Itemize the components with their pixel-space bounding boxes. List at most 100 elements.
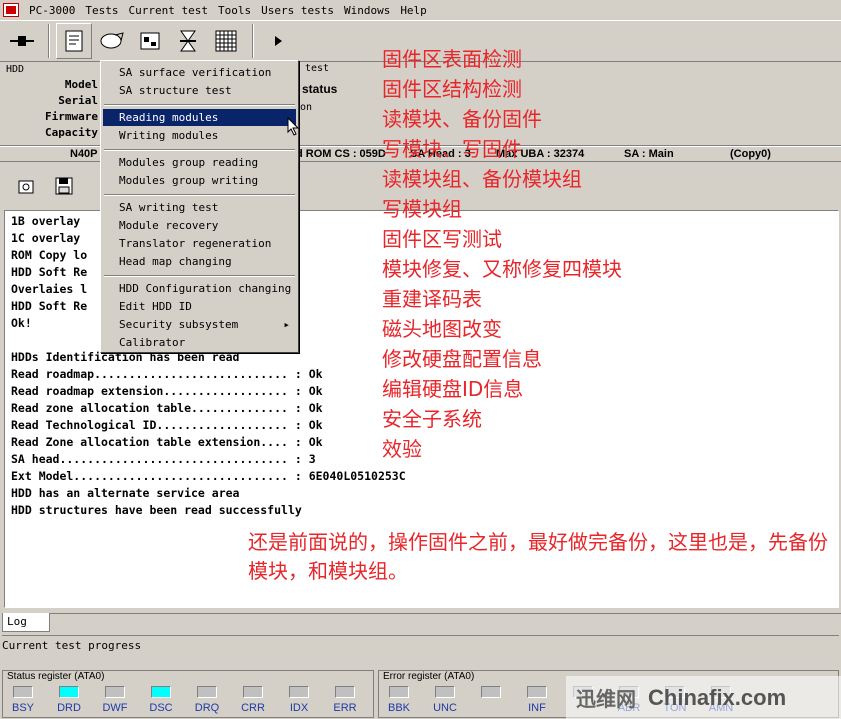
register-led — [481, 686, 501, 698]
menu-item-label: Modules group reading — [119, 156, 259, 169]
menu-item-modules-group-writing[interactable]: Modules group writing — [103, 172, 296, 189]
submenu-arrow-icon: ▸ — [283, 318, 290, 331]
menu-item-hdd-configuration-changing[interactable]: HDD Configuration changing — [103, 280, 296, 297]
capacity-field-label: Capacity — [45, 126, 98, 139]
menu-item-calibrator[interactable]: Calibrator — [103, 334, 296, 351]
menu-tools[interactable]: Tools — [213, 4, 256, 17]
menu-item-reading-modules[interactable]: Reading modules — [103, 109, 296, 126]
log-line: Read Zone allocation table extension....… — [11, 435, 323, 449]
menu-item-label: SA structure test — [119, 84, 232, 97]
menu-item-label: Modules group writing — [119, 174, 259, 187]
menu-item-sa-surface-verification[interactable]: SA surface verification — [103, 64, 296, 81]
play-icon[interactable] — [260, 23, 296, 59]
annotation-line: 固件区结构检测 — [382, 77, 522, 101]
menu-item-translator-regeneration[interactable]: Translator regeneration — [103, 235, 296, 252]
annotation-summary: 还是前面说的，操作固件之前，最好做完备份，这里也是，先备份模块，和模块组。 — [248, 530, 828, 583]
on-label: on — [300, 102, 313, 113]
menu-separator — [104, 275, 295, 277]
register-bit-label: CRR — [241, 702, 265, 714]
annotation-line: 固件区写测试 — [382, 227, 502, 251]
menu-item-sa-writing-test[interactable]: SA writing test — [103, 199, 296, 216]
log-line: Ext Model...............................… — [11, 469, 406, 483]
save-disk-icon[interactable] — [46, 168, 82, 204]
menu-current-test[interactable]: Current test — [123, 4, 212, 17]
register-led — [105, 686, 125, 698]
log-line: HDD has an alternate service area — [11, 486, 240, 500]
register-led — [289, 686, 309, 698]
menu-item-edit-hdd-id[interactable]: Edit HDD ID — [103, 298, 296, 315]
menu-item-module-recovery[interactable]: Module recovery — [103, 217, 296, 234]
annotation-line: 修改硬盘配置信息 — [382, 347, 542, 371]
menu-item-label: HDD Configuration changing — [119, 282, 292, 295]
rom-checksum: d ROM CS : 059D — [296, 148, 386, 160]
model-id: N40P — [70, 148, 98, 160]
toolbar-separator — [48, 24, 50, 58]
module-tool-icon[interactable] — [132, 23, 168, 59]
menu-item-head-map-changing[interactable]: Head map changing — [103, 253, 296, 270]
register-bit-label: ERR — [333, 702, 357, 714]
register-led — [527, 686, 547, 698]
watermark-cn: 迅维网 — [576, 687, 636, 711]
register-bit-label: BBK — [387, 702, 410, 714]
register-bit-label: DSC — [149, 702, 173, 714]
log-line: Read roadmap............................… — [11, 367, 323, 381]
menu-tests[interactable]: Tests — [80, 4, 123, 17]
annotation-line: 模块修复、又称修复四模块 — [382, 257, 622, 281]
annotation-line: 读模块组、备份模块组 — [382, 167, 582, 191]
menu-windows[interactable]: Windows — [339, 4, 395, 17]
status-register-label: Status register (ATA0) — [7, 671, 105, 682]
menu-item-security-subsystem[interactable]: Security subsystem ▸ — [103, 316, 296, 333]
grid-icon[interactable] — [208, 23, 244, 59]
menu-separator — [104, 194, 295, 196]
log-line: Read Technological ID...................… — [11, 418, 323, 432]
log-line: Overlaies l — [11, 282, 88, 296]
menu-item-writing-modules[interactable]: Writing modules — [103, 127, 296, 144]
menu-item-label: Module recovery — [119, 219, 219, 232]
register-bit-label: DRD — [57, 702, 81, 714]
log-line: 1C overlay — [11, 231, 81, 245]
sa-mode: SA : Main — [624, 148, 674, 160]
serial-field-label: Serial — [58, 94, 98, 107]
tab-log[interactable]: Log — [2, 613, 50, 632]
register-led — [243, 686, 263, 698]
status-register-panel: Status register (ATA0) BSY DRD DWF DSC DRQ CR… — [2, 670, 374, 718]
log-line: HDD Soft Re — [11, 265, 88, 279]
annotation-line: 编辑硬盘ID信息 — [382, 377, 524, 401]
register-led — [59, 686, 79, 698]
register-bit-label: UNC — [433, 702, 457, 714]
menu-help[interactable]: Help — [395, 4, 432, 17]
tools-dropdown-menu: SA surface verification SA structure test… — [100, 60, 299, 353]
menu-item-modules-group-reading[interactable]: Modules group reading — [103, 154, 296, 171]
hdd-label: HDD — [6, 64, 25, 75]
scroll-icon[interactable] — [56, 23, 92, 59]
hourglass-icon[interactable] — [170, 23, 206, 59]
toolbar-separator-2 — [252, 24, 254, 58]
annotation-line: 读模块、备份固件 — [382, 107, 542, 131]
log-line: Read zone allocation table..............… — [11, 401, 323, 415]
menu-pc3000[interactable]: PC-3000 — [24, 4, 80, 17]
connect-icon[interactable] — [4, 23, 40, 59]
menu-item-label: Reading modules — [119, 111, 219, 124]
disk-tool-icon[interactable] — [94, 23, 130, 59]
menu-item-label: Translator regeneration — [119, 237, 272, 250]
current-test-progress: Current test progress — [2, 635, 839, 655]
annotation-line: 重建译码表 — [382, 287, 482, 311]
annotation-line: 安全子系统 — [382, 407, 482, 431]
tab-divider — [50, 613, 841, 614]
annotation-line: 写模块组 — [382, 197, 462, 221]
log-line: 1B overlay — [11, 214, 81, 228]
menu-separator — [104, 104, 295, 106]
menu-item-label: SA writing test — [119, 201, 219, 214]
register-led — [13, 686, 33, 698]
settings-gear-icon[interactable] — [8, 168, 44, 204]
menu-users-tests[interactable]: Users tests — [256, 4, 339, 17]
register-led — [389, 686, 409, 698]
annotation-line: 效验 — [382, 437, 422, 461]
register-bit-label: DRQ — [194, 702, 220, 714]
app-icon — [3, 3, 19, 17]
log-line: Ok! — [11, 316, 32, 330]
register-led — [151, 686, 171, 698]
menu-item-sa-structure-test[interactable]: SA structure test — [103, 82, 296, 99]
test-label: test — [305, 63, 330, 74]
menu-item-label: Calibrator — [119, 336, 186, 349]
